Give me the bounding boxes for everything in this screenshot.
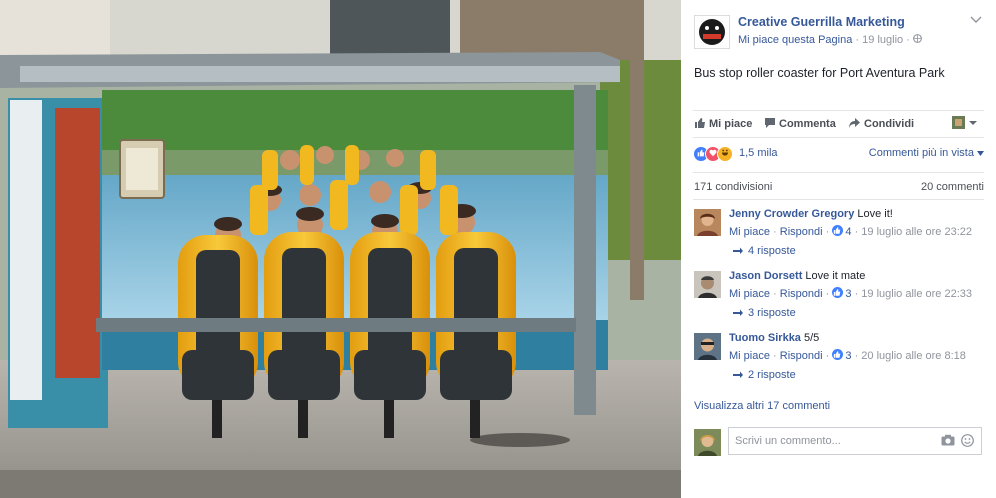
like-count-icon	[832, 349, 844, 360]
replies-label: 2 risposte	[748, 369, 796, 381]
share-as-selector[interactable]	[952, 116, 978, 133]
post-meta: Mi piace questa Pagina · 19 luglio ·	[738, 34, 922, 46]
post-header: Creative Guerrilla Marketing Mi piace qu…	[694, 13, 984, 53]
comments-count[interactable]: 20 commenti	[921, 181, 984, 193]
comment-reply-button[interactable]: Rispondi	[780, 226, 823, 238]
avatar[interactable]	[694, 333, 721, 360]
comment-text: Love it!	[857, 208, 893, 220]
comment-like-button[interactable]: Mi piace	[729, 226, 770, 238]
post-photo[interactable]	[0, 0, 681, 498]
comment-actions: Mi piace · Rispondi · 3 · 20 luglio alle…	[729, 349, 966, 362]
meta-separator-2: ·	[906, 34, 913, 46]
caret-down-icon	[977, 151, 984, 156]
post-text: Bus stop roller coaster for Port Aventur…	[694, 66, 945, 80]
comment-body: Tuomo Sirkka 5/5	[729, 332, 819, 344]
comment-actions: Mi piace · Rispondi · 3 · 19 luglio alle…	[729, 287, 972, 300]
bus-stop-roller-coaster-image	[0, 0, 681, 498]
page-avatar[interactable]	[694, 15, 730, 49]
separator: ·	[773, 288, 780, 300]
shares-count[interactable]: 171 condivisioni	[694, 181, 772, 193]
share-button[interactable]: Condividi	[848, 117, 914, 130]
comment-like-count[interactable]: 3	[845, 288, 851, 300]
comment-like-count[interactable]: 3	[845, 350, 851, 362]
share-arrow-icon	[849, 118, 860, 128]
comment-text: Love it mate	[805, 270, 866, 282]
comment-reply-button[interactable]: Rispondi	[780, 288, 823, 300]
comment-time[interactable]: 19 luglio alle ore 23:22	[861, 226, 972, 238]
post-stats: 171 condivisioni 20 commenti	[693, 172, 984, 200]
comment-item: Tuomo Sirkka 5/5 Mi piace · Rispondi · 3…	[693, 331, 984, 389]
view-replies-link[interactable]: 2 risposte	[733, 369, 796, 381]
comment-input-placeholder: Scrivi un commento...	[735, 435, 841, 447]
comment-text: 5/5	[804, 332, 820, 344]
comment-button[interactable]: Commenta	[764, 117, 836, 130]
like-count-icon	[832, 287, 844, 298]
reaction-haha-icon	[717, 146, 733, 162]
comment-input[interactable]: Scrivi un commento...	[728, 427, 982, 455]
separator: ·	[773, 350, 780, 362]
reply-arrow-icon	[733, 370, 743, 378]
smiley-icon[interactable]	[961, 434, 974, 450]
view-replies-link[interactable]: 4 risposte	[733, 245, 796, 257]
reaction-count[interactable]: 1,5 mila	[739, 147, 778, 159]
comment-body: Jenny Crowder Gregory Love it!	[729, 208, 893, 220]
view-more-comments-link[interactable]: Visualizza altri 17 commenti	[694, 400, 830, 412]
reply-arrow-icon	[733, 246, 743, 254]
comment-time[interactable]: 20 luglio alle ore 8:18	[861, 350, 966, 362]
comment-sort-label: Commenti più in vista	[868, 147, 974, 159]
like-page-link[interactable]: Mi piace questa Pagina	[738, 34, 852, 46]
comment-reply-button[interactable]: Rispondi	[780, 350, 823, 362]
comment-body: Jason Dorsett Love it mate	[729, 270, 865, 282]
comment-author[interactable]: Jenny Crowder Gregory	[729, 208, 854, 220]
comment-like-button[interactable]: Mi piace	[729, 350, 770, 362]
globe-icon	[913, 34, 922, 46]
separator: ·	[825, 288, 833, 300]
comment-icon	[765, 118, 775, 128]
like-label: Mi piace	[709, 118, 753, 130]
comment-item: Jenny Crowder Gregory Love it! Mi piace …	[693, 207, 984, 265]
like-button[interactable]: Mi piace	[694, 117, 752, 130]
comment-actions: Mi piace · Rispondi · 4 · 19 luglio alle…	[729, 225, 972, 238]
write-comment-row: Scrivi un commento...	[693, 427, 984, 457]
reactions-summary[interactable]: 1,5 mila Commenti più in vista	[693, 145, 984, 163]
chevron-down-icon[interactable]	[970, 13, 982, 27]
comment-like-count[interactable]: 4	[845, 226, 851, 238]
comment-time[interactable]: 19 luglio alle ore 22:33	[861, 288, 972, 300]
post-action-bar: Mi piace Commenta Condividi	[693, 110, 984, 138]
camera-icon[interactable]	[941, 434, 955, 449]
avatar[interactable]	[694, 271, 721, 298]
like-count-icon	[832, 225, 844, 236]
comment-author[interactable]: Tuomo Sirkka	[729, 332, 801, 344]
thumbs-up-icon	[695, 118, 705, 128]
page-name-link[interactable]: Creative Guerrilla Marketing	[738, 15, 905, 29]
replies-label: 4 risposte	[748, 245, 796, 257]
comment-sort-dropdown[interactable]: Commenti più in vista	[869, 147, 984, 159]
separator: ·	[825, 226, 833, 238]
separator: ·	[825, 350, 833, 362]
comment-item: Jason Dorsett Love it mate Mi piace · Ri…	[693, 269, 984, 327]
share-label: Condividi	[864, 118, 915, 130]
comment-like-button[interactable]: Mi piace	[729, 288, 770, 300]
view-replies-link[interactable]: 3 risposte	[733, 307, 796, 319]
comment-author[interactable]: Jason Dorsett	[729, 270, 802, 282]
comment-label: Commenta	[779, 118, 836, 130]
post-date[interactable]: 19 luglio	[862, 34, 903, 46]
replies-label: 3 risposte	[748, 307, 796, 319]
separator: ·	[773, 226, 780, 238]
reply-arrow-icon	[733, 308, 743, 316]
post-sidebar: Creative Guerrilla Marketing Mi piace qu…	[681, 0, 996, 498]
avatar[interactable]	[694, 209, 721, 236]
avatar[interactable]	[694, 429, 721, 456]
